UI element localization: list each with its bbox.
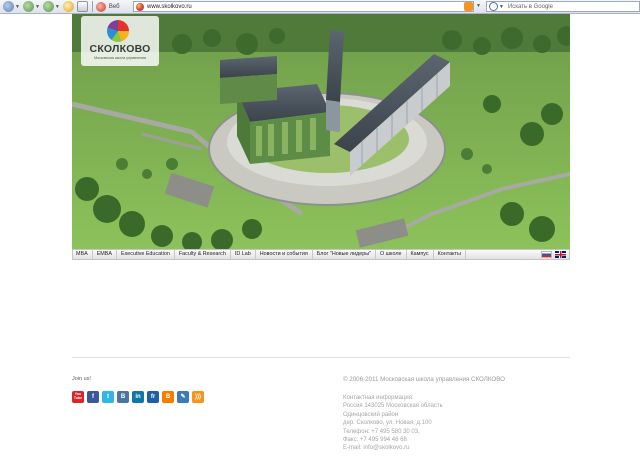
nav-item-mba[interactable]: MBA	[73, 250, 93, 259]
contact-phone: Телефон: +7 495 580 30 03,	[343, 428, 420, 435]
url-text[interactable]: www.skolkovo.ru	[147, 4, 473, 10]
reload-button[interactable]	[62, 1, 74, 12]
site-favicon-icon	[136, 2, 144, 11]
nav-item-id-lab[interactable]: ID Lab	[231, 250, 256, 259]
back-button[interactable]	[3, 1, 14, 12]
search-icon[interactable]	[489, 2, 498, 11]
livejournal-icon[interactable]: ✎	[177, 391, 189, 403]
forward-button[interactable]	[22, 1, 34, 12]
rss-feed-icon[interactable]	[464, 2, 473, 11]
contact-heading: Контактная информация:	[343, 395, 414, 401]
facebook-icon[interactable]: f	[87, 391, 99, 403]
nav-item-news-events[interactable]: Новости и события	[256, 250, 313, 259]
footer-divider	[72, 357, 570, 358]
contact-info: Контактная информация: Россия 143025 Мос…	[343, 394, 443, 453]
search-box[interactable]: ▼ Искать в Google	[486, 1, 640, 12]
history-button[interactable]	[42, 1, 54, 12]
blogger-icon[interactable]: B	[162, 391, 174, 403]
social-links: You Tube f t Вin fr B ✎)))	[72, 391, 207, 403]
search-engine-dropdown-icon[interactable]: ▼	[499, 4, 504, 10]
address-bar[interactable]: www.skolkovo.ru	[133, 1, 474, 12]
nav-item-contacts[interactable]: Контакты	[434, 250, 466, 259]
uk-flag-icon[interactable]	[555, 251, 566, 258]
contact-address-line: дер. Сколково, ул. Новая, д.100	[343, 420, 432, 427]
web-label: Веб	[108, 3, 120, 10]
nav-item-emba[interactable]: EMBA	[93, 250, 117, 259]
address-dropdown-icon[interactable]: ▼	[476, 3, 481, 9]
contact-email[interactable]: E-mail: info@skolkovo.ru	[343, 444, 443, 452]
skolkovo-logo-mark-icon	[107, 20, 129, 42]
main-navigation: MBA EMBA Executive Education Faculty & R…	[72, 249, 570, 260]
copyright-text: © 2006-2011 Московская школа управления …	[343, 376, 505, 383]
linkedin-icon[interactable]: in	[132, 391, 144, 403]
ru-flag-icon[interactable]	[541, 251, 552, 258]
forward-dropdown-icon[interactable]: ▼	[35, 4, 40, 10]
back-arrow-icon	[3, 1, 14, 12]
language-switcher	[538, 251, 566, 258]
logo-title: СКОЛКОВО	[89, 43, 151, 55]
contact-address-line: Одинцовский район	[343, 411, 399, 418]
toolbar-separator	[91, 1, 93, 12]
skolkovo-logo[interactable]: СКОЛКОВО Московская школа управления	[81, 16, 159, 66]
campus-hero-image: СКОЛКОВО Московская школа управления	[72, 14, 570, 249]
search-placeholder[interactable]: Искать в Google	[508, 4, 553, 10]
home-icon	[76, 1, 88, 12]
stop-button[interactable]	[95, 1, 106, 12]
nav-item-blog-new-leaders[interactable]: Блог "Новые лидеры"	[313, 250, 377, 259]
join-us-label: Join us!	[72, 376, 91, 382]
contact-address-line: Россия 143025 Московская область	[343, 403, 443, 410]
nav-item-faculty-research[interactable]: Faculty & Research	[175, 250, 231, 259]
forward-arrow-icon	[22, 1, 34, 12]
contact-fax: Факс: +7 495 994 46 68	[343, 437, 407, 444]
nav-item-about-school[interactable]: О школе	[376, 250, 407, 259]
logo-subtitle: Московская школа управления	[94, 56, 146, 60]
nav-item-campus[interactable]: Кампус	[407, 250, 434, 259]
vkontakte-icon[interactable]: В	[117, 391, 129, 403]
nav-item-executive-education[interactable]: Executive Education	[117, 250, 175, 259]
history-arrow-icon	[42, 1, 54, 12]
back-dropdown-icon[interactable]: ▼	[15, 4, 20, 10]
rss-icon[interactable]: )))	[192, 391, 204, 403]
stop-icon	[95, 1, 106, 12]
friendfeed-icon[interactable]: fr	[147, 391, 159, 403]
twitter-icon[interactable]: t	[102, 391, 114, 403]
youtube-icon[interactable]: You Tube	[72, 391, 84, 403]
home-button[interactable]	[76, 1, 88, 12]
reload-icon	[62, 1, 74, 12]
history-dropdown-icon[interactable]: ▼	[55, 4, 60, 10]
